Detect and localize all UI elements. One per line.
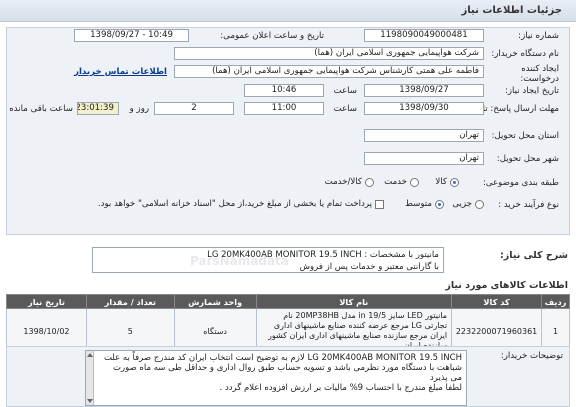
need-time-field[interactable]: 10:46 (244, 84, 324, 97)
category-label: طبقه بندی موضوعی: (482, 178, 559, 188)
category-option-goods-label: کالا (435, 177, 447, 187)
deadline-date-field[interactable]: 1398/09/30 (364, 102, 484, 115)
radio-minor[interactable] (475, 199, 484, 209)
col-code: کد کالا (451, 294, 543, 309)
province-label: استان محل تحویل: (491, 131, 559, 141)
notes-line1: LG 20MK400AB MONITOR 19.5 INCH لازم به ت… (103, 353, 462, 383)
payment-note: پرداخت تمام یا بخشی از مبلغ خرید،از محل … (97, 199, 372, 209)
purchase-option-minor[interactable]: جزیی (452, 199, 484, 209)
category-option-goods-service[interactable]: کالا/خدمت (325, 177, 374, 187)
buyer-org-field[interactable]: شرکت هواپیمایی جمهوری اسلامی ایران (هما) (174, 47, 484, 60)
requester-field[interactable]: فاطمه علی همتی کارشناس شرکت هواپیمایی جم… (174, 65, 484, 78)
goods-table-header: ردیف کد کالا نام کالا واحد شمارش تعداد /… (6, 294, 570, 309)
radio-goods[interactable] (450, 177, 459, 187)
purchase-type-label: نوع فرآیند خرید : (498, 200, 559, 210)
scroll-up-icon[interactable] (87, 353, 93, 357)
info-panel: شماره نیاز: 1198090049000481 تاریخ و ساع… (6, 27, 570, 235)
col-date: تاریخ نیاز (6, 294, 87, 309)
need-time-label: ساعت (333, 86, 357, 96)
need-date-field[interactable]: 1398/09/27 (364, 84, 484, 97)
requester-label: ایجاد کننده درخواست: (520, 64, 559, 84)
payment-option[interactable]: پرداخت تمام یا بخشی از مبلغ خرید،از محل … (98, 199, 384, 209)
header-bar: جزئیات اطلاعات نیاز (0, 0, 576, 22)
purchase-option-medium[interactable]: متوسط (405, 199, 444, 209)
radio-goods-service[interactable] (365, 177, 374, 187)
col-unit: واحد شمارش (173, 294, 257, 309)
category-option-goods[interactable]: کالا (435, 177, 459, 187)
remaining-label: ساعت باقی مانده (9, 104, 73, 114)
deadline-time-field[interactable]: 11:00 (244, 102, 324, 115)
purchase-option-minor-label: جزیی (452, 199, 472, 209)
goods-table: ردیف کد کالا نام کالا واحد شمارش تعداد /… (6, 294, 570, 354)
notes-line2: لطفا مبلغ مندرج با احتساب 9% مالیات بر ا… (219, 383, 462, 393)
payment-checkbox[interactable] (375, 199, 384, 209)
category-option-service[interactable]: خدمت (384, 177, 419, 187)
announce-datetime-label: تاریخ و ساعت اعلان عمومی: (220, 31, 324, 41)
notes-textarea[interactable]: LG 20MK400AB MONITOR 19.5 INCH لازم به ت… (85, 350, 467, 406)
page-title: جزئیات اطلاعات نیاز (461, 5, 562, 16)
notes-scrollbar[interactable] (86, 351, 94, 405)
need-number-label: شماره نیاز: (518, 31, 559, 41)
col-row: ردیف (541, 294, 570, 309)
goods-section-title: اطلاعات کالاهای مورد نیاز (445, 280, 568, 291)
watermark: ParsNamadata (190, 254, 289, 268)
purchase-option-medium-label: متوسط (405, 199, 432, 209)
general-description-label: شرح کلی نیاز: (499, 250, 568, 261)
notes-label: توضیحات خریدار: (500, 351, 563, 361)
need-details-page: جزئیات اطلاعات نیاز شماره نیاز: 11980900… (0, 0, 576, 407)
announce-datetime-field[interactable]: 1398/09/27 - 10:49 (74, 29, 189, 42)
col-qty: تعداد / مقدار (85, 294, 175, 309)
radio-service[interactable] (410, 177, 419, 187)
province-field[interactable]: تهران (364, 129, 484, 142)
need-date-label: تاریخ ایجاد نیاز: (505, 86, 559, 96)
notes-panel: توضیحات خریدار: LG 20MK400AB MONITOR 19.… (6, 346, 570, 407)
buyer-org-label: نام دستگاه خریدار: (491, 49, 559, 59)
remaining-time-field: 23:01:39 (77, 102, 119, 115)
days-label: روز و (129, 104, 149, 114)
days-field[interactable]: 2 (154, 102, 234, 115)
city-label: شهر محل تحویل: (496, 154, 559, 164)
city-field[interactable]: تهران (364, 152, 484, 165)
radio-medium[interactable] (435, 199, 444, 209)
category-option-goods-service-label: کالا/خدمت (324, 177, 362, 187)
buyer-contact-link[interactable]: اطلاعات تماس خریدار (74, 67, 167, 77)
deadline-time-label: ساعت (333, 104, 357, 114)
need-number-field[interactable]: 1198090049000481 (364, 29, 484, 42)
col-name: نام کالا (255, 294, 453, 309)
scroll-down-icon[interactable] (87, 399, 93, 403)
category-option-service-label: خدمت (384, 177, 407, 187)
